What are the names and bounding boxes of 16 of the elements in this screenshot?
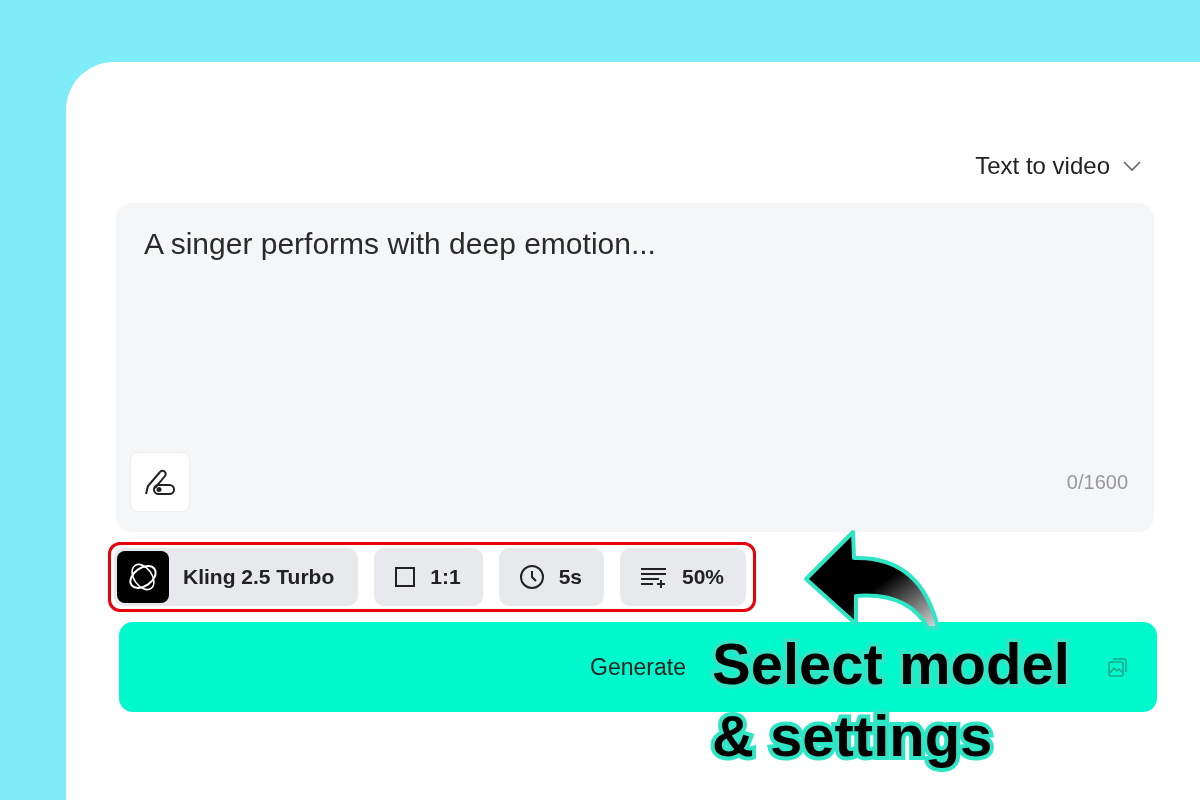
pen-toggle-icon	[143, 467, 177, 497]
setting-button[interactable]: 5s	[498, 548, 604, 606]
clock-icon	[518, 564, 545, 590]
setting-button[interactable]: 1:1	[374, 548, 483, 606]
setting-button[interactable]: Kling 2.5 Turbo	[114, 548, 359, 606]
model-logo-icon	[117, 551, 169, 603]
images-icon	[1107, 656, 1129, 678]
callout-text: Select model	[712, 630, 1070, 698]
prompt-field[interactable]: A singer performs with deep emotion...	[130, 227, 1128, 452]
mode-dropdown[interactable]: Text to video	[975, 146, 1142, 186]
list-plus-icon	[640, 566, 668, 588]
pen-toggle-button[interactable]	[130, 452, 190, 512]
chevron-down-icon	[1122, 160, 1142, 172]
character-counter: 0/1600	[1066, 470, 1128, 494]
square-icon	[394, 566, 417, 588]
setting-button[interactable]: 50%	[620, 548, 747, 606]
